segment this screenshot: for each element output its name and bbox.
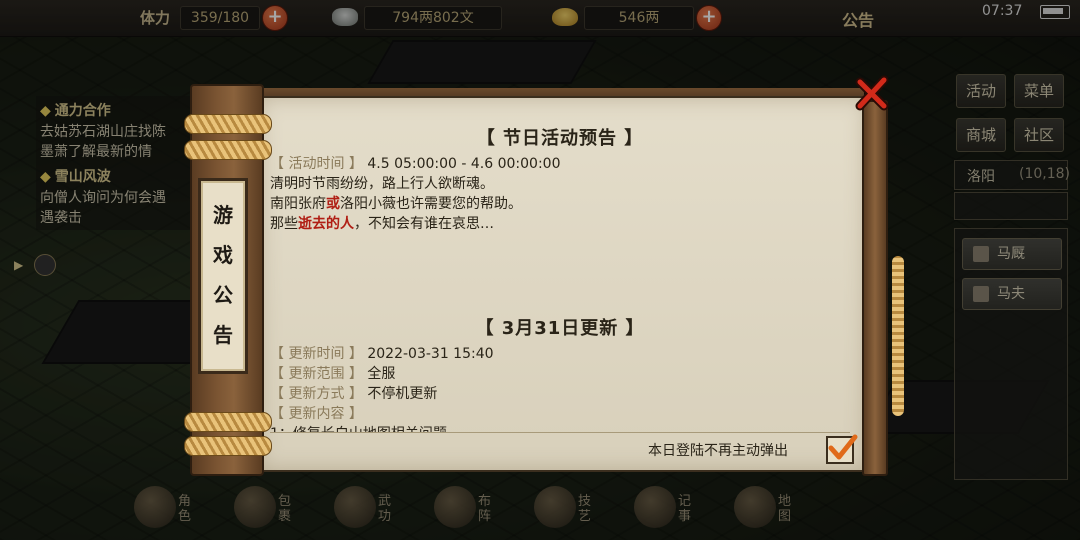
section-title-update: 【 3月31日更新 】	[475, 318, 645, 339]
field-value: 不停机更新	[367, 386, 438, 402]
hint-highlight: 或	[326, 196, 340, 212]
scroll-title-char: 告	[213, 323, 233, 347]
hint-line: 南阳张府或洛阳小薇也许需要您的帮助。	[270, 194, 850, 214]
hint-text: 那些	[270, 216, 298, 232]
close-icon	[855, 75, 889, 111]
update-item: 1：修复长白山地图相关问题	[270, 424, 850, 432]
scroll-title-label: 游 戏 公 告	[198, 178, 248, 374]
field-label: 【 更新时间 】	[270, 346, 363, 362]
event-time-line: 【 活动时间 】 4.5 05:00:00 - 4.6 00:00:00	[270, 154, 850, 174]
divider	[270, 432, 850, 433]
section-title-festival: 【 节日活动预告 】	[476, 128, 644, 149]
hint-highlight: 逝去的人	[298, 216, 354, 232]
check-icon	[828, 434, 858, 460]
hint-text: 洛阳小薇也许需要您的帮助。	[340, 196, 522, 212]
hint-line: 那些逝去的人，不知会有谁在哀思…	[270, 214, 850, 234]
rope-binding	[184, 114, 272, 134]
field-value: 4.5 05:00:00 - 4.6 00:00:00	[367, 156, 561, 172]
poem-line: 清明时节雨纷纷，路上行人欲断魂。	[270, 176, 494, 192]
update-scope-line: 【 更新范围 】 全服	[270, 364, 850, 384]
announcement-content[interactable]: 【 节日活动预告 】 【 活动时间 】 4.5 05:00:00 - 4.6 0…	[270, 122, 850, 432]
hanging-rope	[892, 256, 904, 416]
field-label: 【 更新方式 】	[270, 386, 363, 402]
update-time-line: 【 更新时间 】 2022-03-31 15:40	[270, 344, 850, 364]
close-button[interactable]	[852, 74, 892, 114]
dont-show-label: 本日登陆不再主动弹出	[648, 443, 788, 459]
hint-text: 南阳张府	[270, 196, 326, 212]
rope-binding	[184, 140, 272, 160]
scroll-title-char: 公	[213, 283, 233, 307]
field-value: 2022-03-31 15:40	[367, 346, 494, 362]
update-method-line: 【 更新方式 】 不停机更新	[270, 384, 850, 404]
scroll-title-char: 游	[213, 203, 233, 227]
dont-show-checkbox[interactable]	[826, 434, 858, 464]
scroll-title-char: 戏	[213, 243, 233, 267]
field-label: 【 活动时间 】	[270, 156, 363, 172]
rope-binding	[184, 412, 272, 432]
rope-binding	[184, 436, 272, 456]
update-content-line: 【 更新内容 】	[270, 404, 850, 424]
hint-text: ，不知会有谁在哀思…	[354, 216, 494, 232]
field-label: 【 更新范围 】	[270, 366, 363, 382]
field-value: 全服	[367, 366, 396, 382]
field-label: 【 更新内容 】	[270, 406, 363, 422]
scroll-right-rod	[862, 100, 888, 476]
